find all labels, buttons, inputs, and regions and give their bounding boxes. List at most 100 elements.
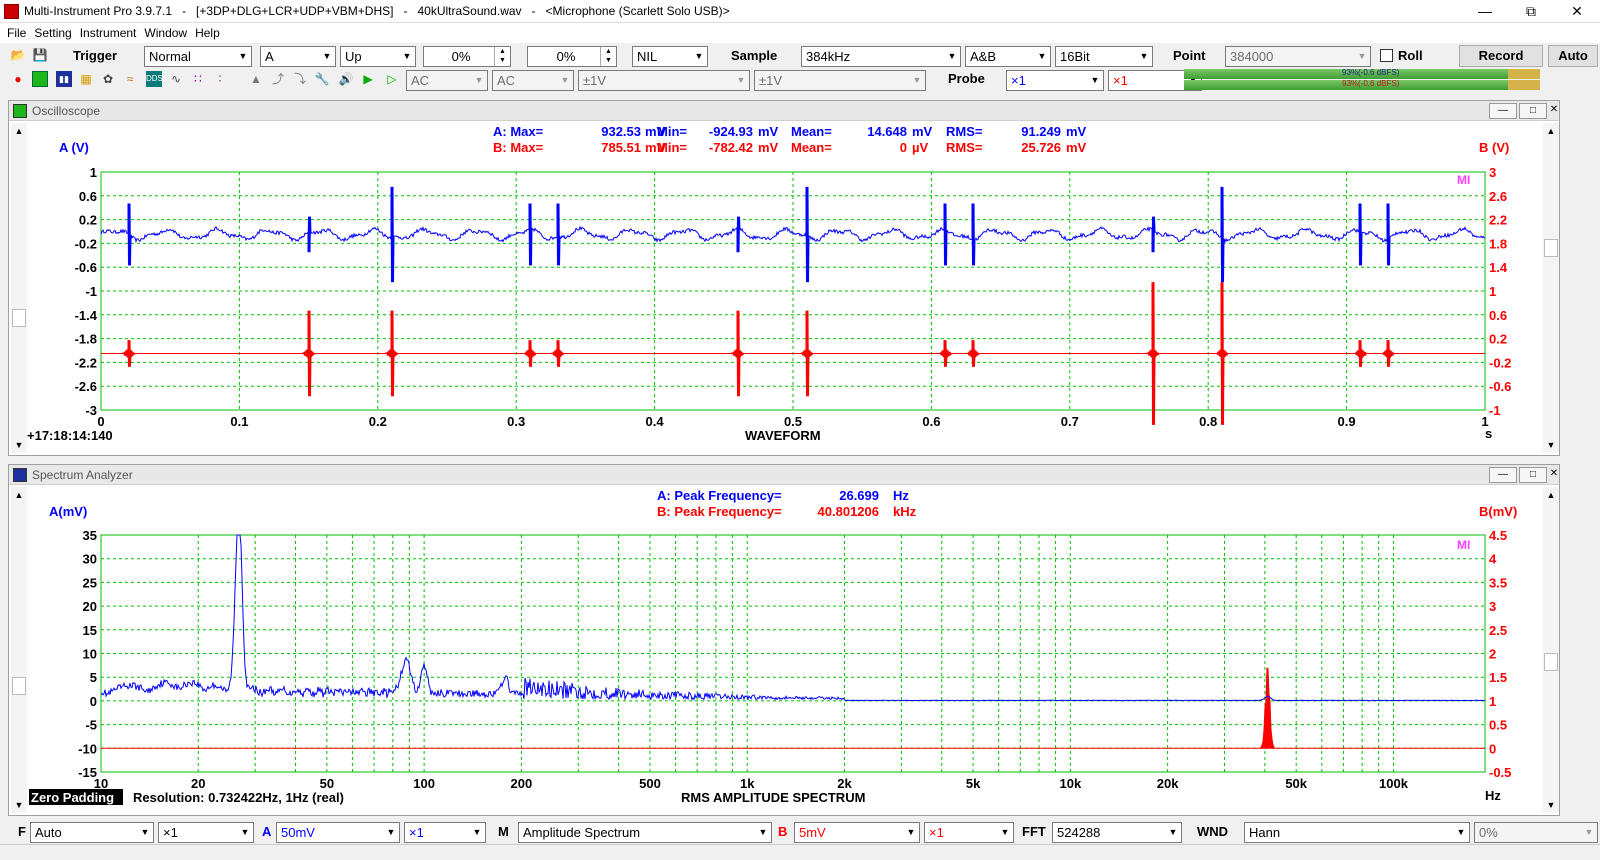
y-tick-label-a: -5 <box>85 718 97 733</box>
close-button[interactable]: ✕ <box>1554 0 1600 23</box>
wrench-icon[interactable]: 🔧 <box>314 71 330 87</box>
panel-restore-button[interactable]: □ <box>1519 103 1547 119</box>
a-scale-select[interactable]: 50mV ▼ <box>276 822 400 843</box>
meter-icon[interactable]: ▦ <box>78 71 94 87</box>
trigger-level-spinner[interactable]: 0% ▲ ▼ <box>423 46 511 67</box>
auto-button[interactable]: Auto <box>1548 45 1598 67</box>
panel-close-button[interactable]: ✕ <box>1549 467 1559 483</box>
f-mult-select[interactable]: ×1 ▼ <box>158 822 254 843</box>
x-tick-label: 10k <box>1059 776 1081 791</box>
scroll-down-icon[interactable]: ▼ <box>11 437 27 453</box>
stat-b-mean-unit: µV <box>912 140 928 155</box>
x-tick-label: 0.8 <box>1199 414 1217 429</box>
phase-icon[interactable]: ✿ <box>100 71 116 87</box>
coupling-b-select[interactable]: AC ▼ <box>492 70 574 91</box>
fft-size-select[interactable]: 524288 ▼ <box>1052 822 1182 843</box>
play-step-icon[interactable]: ▷ <box>384 71 400 87</box>
peak-b-label: B: Peak Frequency= <box>657 504 782 519</box>
oscilloscope-panel: Oscilloscope — □ ✕ ▲ ▼ ▲ ▼ 0 0.1 0.2 0.3 0.4… <box>8 100 1560 456</box>
menu-window[interactable]: Window <box>140 23 191 43</box>
b-mult-select[interactable]: ×1 ▼ <box>924 822 1014 843</box>
panel-minimize-button[interactable]: — <box>1489 103 1517 119</box>
a-mult-select[interactable]: ×1 ▼ <box>404 822 486 843</box>
points-select[interactable]: 384000 ▼ <box>1225 46 1371 67</box>
trigger-nil-select[interactable]: NIL ▼ <box>632 46 708 67</box>
channels-select[interactable]: A&B ▼ <box>965 46 1051 67</box>
overlap-select[interactable]: 0% ▼ <box>1474 822 1598 843</box>
scroll-thumb[interactable] <box>12 309 26 327</box>
oscilloscope-right-scrollbar[interactable]: ▲ ▼ <box>1543 123 1559 453</box>
scroll-thumb[interactable] <box>12 677 26 695</box>
dds-icon[interactable]: DDS <box>146 71 163 87</box>
trigger-edge-select[interactable]: Up ▼ <box>340 46 416 67</box>
record-button[interactable]: Record <box>1459 45 1543 67</box>
mi-marker[interactable]: MI <box>1457 173 1470 187</box>
signal-icon[interactable]: ∿ <box>168 71 184 87</box>
panel-close-button[interactable]: ✕ <box>1549 103 1559 119</box>
probe-a-select[interactable]: ×1 ▼ <box>1006 70 1104 91</box>
probe-icon[interactable]: ▲ <box>248 71 264 87</box>
window-select[interactable]: Hann ▼ <box>1244 822 1470 843</box>
scroll-up-icon[interactable]: ▲ <box>1543 487 1559 503</box>
stat-a-max-label: A: Max= <box>493 124 544 139</box>
menu-setting[interactable]: Setting <box>30 23 75 43</box>
coupling-a-value: AC <box>411 73 430 88</box>
play-icon[interactable]: ▶ <box>360 71 376 87</box>
menu-file[interactable]: File <box>3 23 30 43</box>
b-scale-select[interactable]: 5mV ▼ <box>794 822 920 843</box>
range-b-select[interactable]: ±1V ▼ <box>754 70 926 91</box>
scroll-thumb[interactable] <box>1544 239 1558 257</box>
record-dot-icon[interactable]: ● <box>10 71 26 87</box>
series-b-spectrum <box>101 667 1485 749</box>
panel-restore-button[interactable]: □ <box>1519 467 1547 483</box>
waveform-icon[interactable]: ≈ <box>122 71 138 87</box>
oscilloscope-icon[interactable] <box>32 71 48 87</box>
trigger-b-icon[interactable]: ⤵ <box>292 71 308 87</box>
level-a-text: 93%(-0.6 dBFS) <box>1342 68 1400 77</box>
spectrum-icon[interactable]: ▮▮ <box>56 71 72 87</box>
menu-help[interactable]: Help <box>191 23 224 43</box>
roll-checkbox[interactable] <box>1380 49 1393 62</box>
minimize-button[interactable]: — <box>1462 0 1508 23</box>
scroll-up-icon[interactable]: ▲ <box>11 487 27 503</box>
chevron-down-icon: ▼ <box>469 823 485 842</box>
scroll-up-icon[interactable]: ▲ <box>1543 123 1559 139</box>
sample-rate-select[interactable]: 384kHz ▼ <box>801 46 961 67</box>
probe-b-value: ×1 <box>1113 73 1128 88</box>
resolution-text: Resolution: 0.732422Hz, 1Hz (real) <box>133 790 344 805</box>
open-folder-icon[interactable]: 📂 <box>10 47 26 63</box>
mi-marker[interactable]: MI <box>1457 538 1470 552</box>
oscilloscope-left-scrollbar[interactable]: ▲ ▼ <box>11 123 27 453</box>
trigger-mode-select[interactable]: Normal ▼ <box>144 46 252 67</box>
spinner-arrows-icon: ▲ ▼ <box>494 47 510 66</box>
speaker-icon[interactable]: 🔊 <box>338 71 354 87</box>
trigger-delay-spinner[interactable]: 0% ▲ ▼ <box>527 46 617 67</box>
m-mode-select[interactable]: Amplitude Spectrum ▼ <box>518 822 772 843</box>
trigger-delay-value: 0% <box>556 49 576 64</box>
chevron-down-icon: ▼ <box>1581 823 1597 842</box>
f-mode-select[interactable]: Auto ▼ <box>30 822 154 843</box>
spectrum-left-scrollbar[interactable]: ▲ ▼ <box>11 487 27 813</box>
restore-button[interactable]: ⧉ <box>1508 0 1554 23</box>
scroll-down-icon[interactable]: ▼ <box>1543 797 1559 813</box>
scroll-down-icon[interactable]: ▼ <box>11 797 27 813</box>
spectrum-right-scrollbar[interactable]: ▲ ▼ <box>1543 487 1559 813</box>
save-icon[interactable]: 💾 <box>32 47 48 63</box>
bits-select[interactable]: 16Bit ▼ <box>1055 46 1153 67</box>
panel-minimize-button[interactable]: — <box>1489 467 1517 483</box>
scroll-thumb[interactable] <box>1544 653 1558 671</box>
ddc-icon[interactable]: ∶ <box>212 71 228 87</box>
menu-instrument[interactable]: Instrument <box>76 23 141 43</box>
coupling-a-select[interactable]: AC ▼ <box>406 70 488 91</box>
series-a-spectrum <box>100 534 1486 702</box>
ddp-icon[interactable]: ∷ <box>190 71 206 87</box>
spectrum-chart[interactable]: 10 20 50 100 200 500 1k 2k 5k 10k 20k 50k 100k35 4.53… <box>27 486 1543 816</box>
trigger-a-icon[interactable]: ⤴ <box>270 71 286 87</box>
app-icon <box>4 4 19 19</box>
oscilloscope-chart[interactable]: 0 0.1 0.2 0.3 0.4 0.5 0.6 0.7 0.8 0.9 1 1 3 0.6 2.6 0.2… <box>27 122 1543 456</box>
scroll-up-icon[interactable]: ▲ <box>11 123 27 139</box>
scroll-down-icon[interactable]: ▼ <box>1543 437 1559 453</box>
trigger-channel-select[interactable]: A ▼ <box>260 46 336 67</box>
y-tick-label-b: 3 <box>1489 165 1496 180</box>
range-a-select[interactable]: ±1V ▼ <box>578 70 750 91</box>
